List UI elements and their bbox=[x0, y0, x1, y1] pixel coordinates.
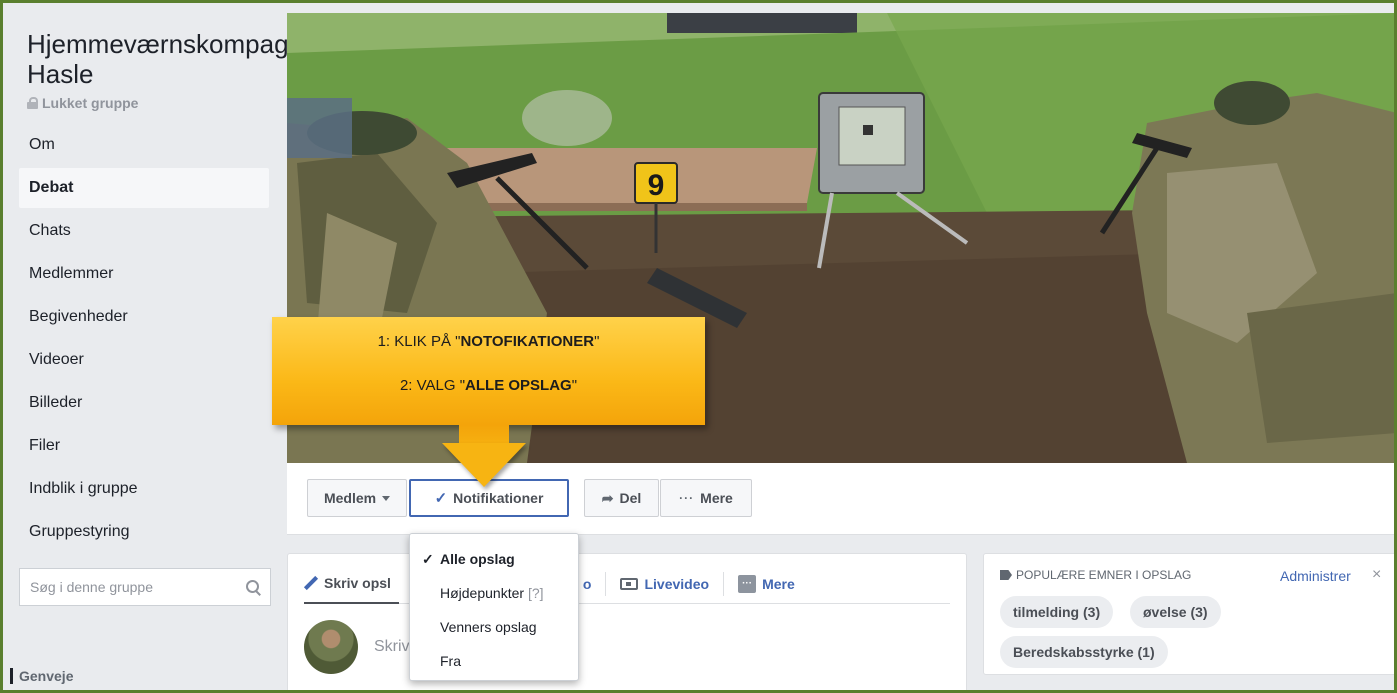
dropdown-item-highlights[interactable]: Højdepunkter [?] bbox=[410, 576, 578, 610]
tab-photo-video[interactable]: o bbox=[583, 564, 592, 604]
share-button-label: Del bbox=[619, 490, 642, 506]
callout-step-1: 1: KLIK PÅ "NOTOFIKATIONER" bbox=[272, 333, 705, 350]
dropdown-item-off[interactable]: Fra bbox=[410, 644, 578, 678]
popular-topics-title: POPULÆRE EMNER I OPSLAG bbox=[1016, 568, 1192, 582]
help-marker[interactable]: [?] bbox=[528, 585, 544, 601]
administer-link[interactable]: Administrer bbox=[1280, 568, 1351, 584]
callout-step-1-suffix: " bbox=[594, 333, 600, 350]
topic-chip[interactable]: øvelse (3) bbox=[1130, 596, 1221, 628]
instruction-callout: 1: KLIK PÅ "NOTOFIKATIONER" 2: VALG "ALL… bbox=[272, 317, 705, 425]
composer-tabs: Skriv opsl o Livevideo ··· Mere bbox=[304, 564, 950, 604]
search-icon[interactable] bbox=[246, 580, 260, 594]
tag-icon bbox=[1000, 570, 1012, 580]
tab-live-video[interactable]: Livevideo bbox=[620, 564, 709, 604]
tab-write-post-label: Skriv opsl bbox=[324, 574, 391, 591]
ellipsis-icon: ··· bbox=[679, 491, 695, 505]
group-privacy-status: Lukket gruppe bbox=[27, 95, 271, 111]
checkmark-icon: ✓ bbox=[434, 490, 448, 507]
popular-topics-heading: POPULÆRE EMNER I OPSLAG bbox=[1000, 568, 1191, 582]
post-composer: Skriv opsl o Livevideo ··· Mere Skriv bbox=[287, 553, 967, 693]
more-button-label: Mere bbox=[700, 490, 733, 506]
callout-arrow-down-icon bbox=[442, 443, 526, 487]
nav-item-begivenheder[interactable]: Begivenheder bbox=[19, 297, 269, 337]
nav-item-indblik[interactable]: Indblik i gruppe bbox=[19, 469, 269, 509]
callout-arrow-stem bbox=[459, 425, 509, 445]
pencil-icon bbox=[304, 576, 318, 590]
nav-item-gruppestyring[interactable]: Gruppestyring bbox=[19, 512, 269, 552]
share-arrow-icon: ➦ bbox=[601, 489, 614, 506]
group-sidebar: Hjemmeværnskompagni Hasle Lukket gruppe … bbox=[3, 3, 309, 693]
checkmark-icon: ✓ bbox=[422, 551, 434, 567]
notifications-dropdown: ✓ Alle opslag Højdepunkter [?] Venners o… bbox=[409, 533, 579, 681]
group-nav: Om Debat Chats Medlemmer Begivenheder Vi… bbox=[19, 125, 271, 552]
nav-item-chats[interactable]: Chats bbox=[19, 211, 269, 251]
dropdown-item-all-posts[interactable]: ✓ Alle opslag bbox=[410, 542, 578, 576]
dropdown-item-label: Alle opslag bbox=[440, 551, 515, 567]
nav-item-debat[interactable]: Debat bbox=[19, 168, 269, 208]
callout-step-2-suffix: " bbox=[571, 377, 578, 394]
topic-chip[interactable]: tilmelding (3) bbox=[1000, 596, 1114, 628]
dropdown-item-label: Fra bbox=[440, 653, 461, 669]
callout-step-2-prefix: 2: VALG " bbox=[399, 377, 466, 394]
tab-separator bbox=[723, 571, 725, 596]
popular-topics-panel: POPULÆRE EMNER I OPSLAG Administrer × ti… bbox=[983, 553, 1397, 675]
dropdown-item-friends-posts[interactable]: Venners opslag bbox=[410, 610, 578, 644]
tab-more-label: Mere bbox=[762, 575, 795, 592]
notifications-button-label: Notifikationer bbox=[453, 490, 544, 506]
tab-photo-label-fragment: o bbox=[582, 575, 592, 592]
group-name[interactable]: Hjemmeværnskompagni Hasle bbox=[27, 29, 309, 89]
group-status-label: Lukket gruppe bbox=[42, 95, 139, 111]
composer-input[interactable]: Skriv bbox=[374, 638, 410, 656]
lock-icon bbox=[27, 97, 38, 109]
nav-item-filer[interactable]: Filer bbox=[19, 426, 269, 466]
callout-step-2-emphasis: ALLE OPSLAG bbox=[465, 377, 572, 394]
nav-item-billeder[interactable]: Billeder bbox=[19, 383, 269, 423]
callout-step-1-emphasis: NOTOFIKATIONER bbox=[460, 333, 595, 350]
dropdown-item-label: Højdepunkter bbox=[440, 585, 525, 601]
caret-down-icon bbox=[382, 495, 391, 501]
share-button[interactable]: ➦ Del bbox=[584, 479, 659, 517]
nav-item-om[interactable]: Om bbox=[19, 125, 269, 165]
tab-write-post[interactable]: Skriv opsl bbox=[304, 564, 399, 604]
more-button[interactable]: ··· Mere bbox=[660, 479, 752, 517]
avatar[interactable] bbox=[304, 620, 358, 674]
member-button[interactable]: Medlem bbox=[307, 479, 407, 517]
nav-item-medlemmer[interactable]: Medlemmer bbox=[19, 254, 269, 294]
more-dots-icon: ··· bbox=[738, 574, 757, 593]
tab-more[interactable]: ··· Mere bbox=[738, 564, 795, 604]
dropdown-item-label: Venners opslag bbox=[440, 619, 537, 635]
callout-step-1-prefix: 1: KLIK PÅ " bbox=[377, 333, 461, 350]
group-search-box bbox=[19, 568, 271, 606]
group-search-input[interactable] bbox=[30, 579, 220, 595]
shortcuts-heading: Genveje bbox=[10, 668, 73, 684]
member-button-label: Medlem bbox=[323, 490, 377, 506]
nav-item-videoer[interactable]: Videoer bbox=[19, 340, 269, 380]
topic-chip[interactable]: Beredskabsstyrke (1) bbox=[1000, 636, 1168, 668]
tab-separator bbox=[605, 571, 607, 596]
close-icon[interactable]: × bbox=[1372, 566, 1381, 584]
callout-step-2: 2: VALG "ALLE OPSLAG" bbox=[272, 377, 705, 394]
video-camera-icon bbox=[620, 577, 639, 590]
tab-live-label: Livevideo bbox=[644, 575, 710, 592]
target-number-label: 9 bbox=[648, 169, 665, 202]
